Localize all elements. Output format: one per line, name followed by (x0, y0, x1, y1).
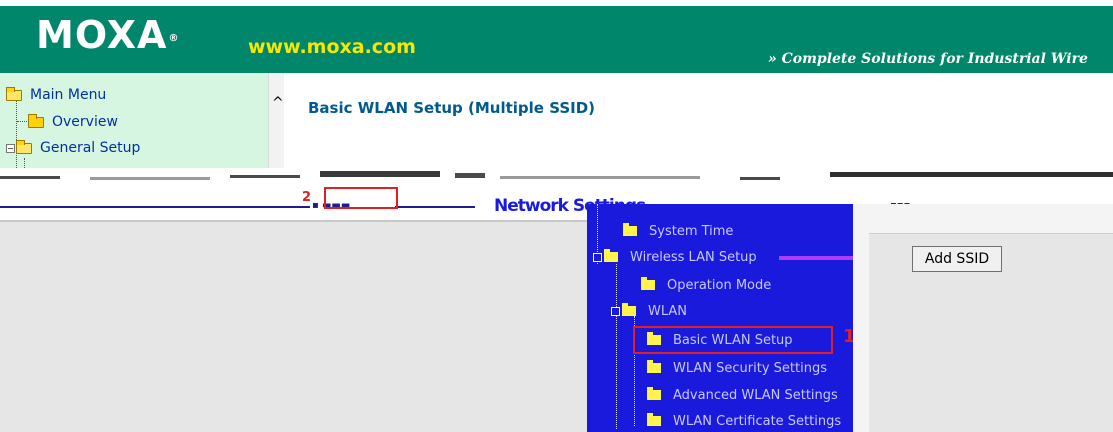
collapse-icon[interactable] (611, 306, 620, 316)
tree-connector (17, 121, 27, 122)
overlay-item-label: WLAN Certificate Settings (673, 413, 842, 429)
tree-connector (16, 96, 17, 173)
sidebar-scrollbar[interactable]: ^ (268, 73, 284, 173)
sidebar-item-label: Main Menu (30, 87, 107, 103)
highlight-box-2 (324, 187, 398, 209)
chevron-up-icon[interactable]: ^ (272, 95, 284, 111)
overlay-item-operation-mode[interactable]: Operation Mode (641, 274, 771, 296)
folder-icon (28, 113, 44, 128)
overlay-item-system-time[interactable]: System Time (623, 220, 733, 242)
render-artifact-strip (0, 168, 1113, 188)
overlay-item-wlan-certificate-settings[interactable]: WLAN Certificate Settings (647, 410, 841, 432)
right-content-area (853, 204, 1113, 432)
sidebar-item-label: General Setup (40, 140, 141, 156)
folder-icon (647, 387, 661, 400)
sidebar-menu: Main Menu Overview − General Setup (0, 73, 268, 173)
page-title: Basic WLAN Setup (Multiple SSID) (308, 99, 596, 117)
overlay-item-wlan-security-settings[interactable]: WLAN Security Settings (647, 357, 827, 379)
folder-open-icon (6, 86, 22, 101)
header-banner: MOXA® www.moxa.com » Complete Solutions … (0, 0, 1113, 73)
overlay-item-label: WLAN (648, 303, 688, 319)
sidebar-item-main-menu[interactable]: Main Menu (6, 85, 106, 105)
overlay-item-wlan[interactable]: WLAN (611, 300, 687, 322)
collapse-icon[interactable] (593, 252, 602, 262)
moxa-logo[interactable]: MOXA® (36, 15, 179, 55)
overlay-item-wireless-lan-setup[interactable]: Wireless LAN Setup (593, 246, 757, 268)
folder-icon (647, 413, 661, 426)
folder-open-icon (604, 249, 618, 262)
collapse-icon[interactable]: − (6, 143, 15, 153)
folder-open-icon (16, 139, 32, 154)
folder-icon (647, 360, 661, 373)
sidebar-tree-overlay: System Time Wireless LAN Setup Operation… (587, 204, 853, 432)
overlay-item-advanced-wlan-settings[interactable]: Advanced WLAN Settings (647, 384, 838, 406)
sidebar-item-label: Overview (52, 114, 118, 130)
tagline: » Complete Solutions for Industrial Wire (768, 51, 1088, 67)
overlay-item-label: Advanced WLAN Settings (673, 387, 838, 403)
folder-icon (623, 223, 637, 236)
folder-open-icon (622, 303, 636, 316)
left-content-area (0, 222, 587, 432)
overlay-item-label: Wireless LAN Setup (630, 249, 757, 265)
site-url-link[interactable]: www.moxa.com (248, 36, 416, 58)
sidebar-item-general-setup[interactable]: − General Setup (6, 138, 140, 158)
folder-icon (641, 277, 655, 290)
content-header: Basic WLAN Setup (Multiple SSID) (284, 73, 1113, 173)
sidebar-item-overview[interactable]: Overview (28, 112, 118, 132)
marker-2: 2 (302, 190, 312, 205)
add-ssid-button[interactable]: Add SSID (912, 246, 1002, 272)
overlay-item-label: System Time (649, 223, 734, 239)
overlay-item-label: Operation Mode (667, 277, 772, 293)
highlight-box-1 (633, 326, 833, 354)
overlay-item-label: WLAN Security Settings (673, 360, 827, 376)
